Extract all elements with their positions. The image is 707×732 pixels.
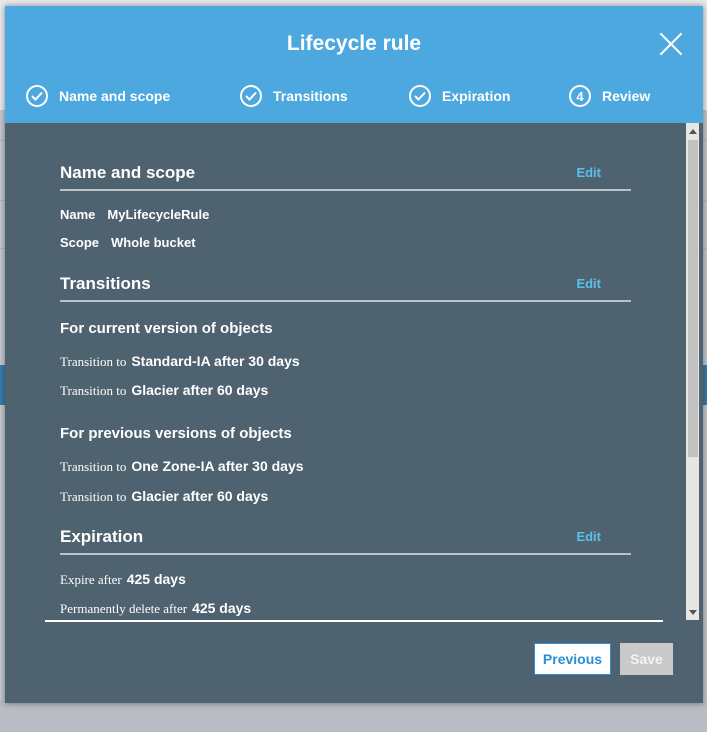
transition-prefix: Transition to bbox=[60, 459, 127, 474]
transition-value: One Zone-IA after 30 days bbox=[131, 458, 304, 474]
scroll-up-icon[interactable] bbox=[689, 129, 697, 134]
transition-value: Standard-IA after 30 days bbox=[131, 353, 300, 369]
step-number: 4 bbox=[569, 85, 591, 107]
delete-row: Permanently delete after 425 days bbox=[60, 600, 251, 617]
transition-value: Glacier after 60 days bbox=[131, 488, 269, 504]
step-label: Expiration bbox=[442, 88, 511, 104]
step-transitions[interactable]: Transitions bbox=[240, 83, 348, 109]
check-icon bbox=[240, 85, 262, 107]
previous-button[interactable]: Previous bbox=[534, 643, 611, 675]
section-transitions: Transitions Edit bbox=[60, 274, 631, 302]
scrollbar-thumb[interactable] bbox=[688, 140, 698, 457]
scope-label: Scope bbox=[60, 235, 100, 250]
transition-value: Glacier after 60 days bbox=[131, 382, 269, 398]
section-title: Transitions bbox=[60, 274, 151, 293]
section-title: Expiration bbox=[60, 527, 144, 546]
transition-prefix: Transition to bbox=[60, 354, 127, 369]
review-body: Name and scope Edit Name MyLifecycleRule … bbox=[5, 123, 703, 623]
section-expiration: Expiration Edit bbox=[60, 527, 631, 555]
save-button[interactable]: Save bbox=[620, 643, 673, 675]
edit-transitions-link[interactable]: Edit bbox=[576, 276, 601, 291]
name-label: Name bbox=[60, 207, 96, 222]
footer-divider bbox=[45, 620, 663, 622]
name-value: MyLifecycleRule bbox=[107, 207, 210, 222]
step-review[interactable]: 4 Review bbox=[569, 83, 650, 109]
transition-row: Transition to One Zone-IA after 30 days bbox=[60, 458, 304, 475]
name-row: Name MyLifecycleRule bbox=[60, 207, 209, 222]
previous-versions-heading: For previous versions of objects bbox=[60, 425, 292, 442]
scope-value: Whole bucket bbox=[111, 235, 196, 250]
current-version-heading: For current version of objects bbox=[60, 320, 273, 337]
step-label: Transitions bbox=[273, 88, 348, 104]
review-scrollbar[interactable] bbox=[686, 123, 699, 620]
scope-row: Scope Whole bucket bbox=[60, 235, 196, 250]
section-title: Name and scope bbox=[60, 163, 196, 182]
modal-header: Lifecycle rule Name and scope Transition… bbox=[5, 6, 703, 123]
edit-expiration-link[interactable]: Edit bbox=[576, 529, 601, 544]
section-name-and-scope: Name and scope Edit bbox=[60, 163, 631, 191]
step-label: Name and scope bbox=[59, 88, 171, 104]
transition-row: Transition to Standard-IA after 30 days bbox=[60, 353, 300, 370]
step-label: Review bbox=[602, 88, 651, 104]
transition-prefix: Transition to bbox=[60, 383, 127, 398]
expire-prefix: Expire after bbox=[60, 572, 122, 587]
delete-prefix: Permanently delete after bbox=[60, 601, 188, 616]
check-icon bbox=[26, 85, 48, 107]
transition-row: Transition to Glacier after 60 days bbox=[60, 488, 268, 505]
modal-title: Lifecycle rule bbox=[286, 32, 422, 55]
expire-value: 425 days bbox=[126, 571, 186, 587]
background-footer bbox=[0, 700, 707, 732]
edit-name-scope-link[interactable]: Edit bbox=[576, 165, 601, 180]
scroll-down-icon[interactable] bbox=[689, 610, 697, 615]
transition-row: Transition to Glacier after 60 days bbox=[60, 382, 268, 399]
step-expiration[interactable]: Expiration bbox=[409, 83, 510, 109]
step-name-and-scope[interactable]: Name and scope bbox=[26, 83, 170, 109]
delete-value: 425 days bbox=[192, 600, 252, 616]
check-icon bbox=[409, 85, 431, 107]
transition-prefix: Transition to bbox=[60, 489, 127, 504]
lifecycle-rule-modal: Lifecycle rule Name and scope Transition… bbox=[5, 6, 703, 703]
expire-row: Expire after 425 days bbox=[60, 571, 186, 588]
close-icon[interactable] bbox=[657, 30, 685, 58]
